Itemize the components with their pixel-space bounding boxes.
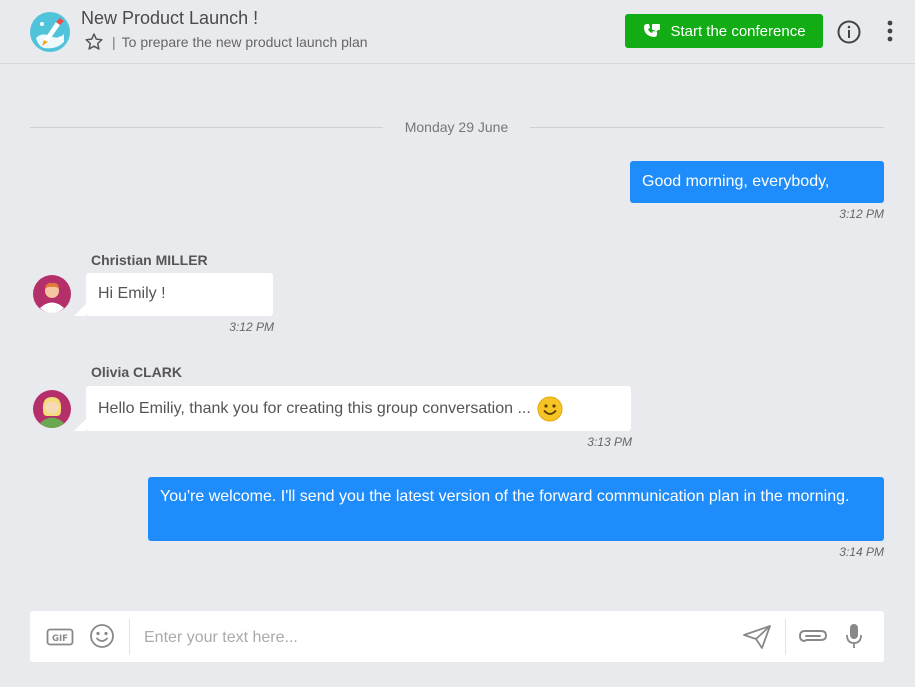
divider-line-right: [530, 127, 884, 128]
conversation-title: New Product Launch !: [81, 8, 259, 28]
outgoing-message-bubble: Good morning, everybody,: [630, 161, 884, 203]
date-divider: Monday 29 June: [30, 116, 884, 138]
more-options-icon[interactable]: [880, 18, 900, 44]
divider-line-left: [30, 127, 383, 128]
composer-divider: [129, 619, 130, 655]
microphone-icon[interactable]: [844, 622, 864, 650]
favorite-star-icon[interactable]: [84, 32, 104, 52]
sender-name: Christian MILLER: [91, 252, 208, 268]
composer-divider: [785, 619, 786, 655]
gif-label: GIF: [52, 634, 68, 644]
smiley-icon: [537, 396, 563, 422]
bubble-tail: [74, 419, 86, 431]
avatar-christian-icon[interactable]: [33, 275, 71, 313]
group-logo-icon: [30, 12, 70, 52]
incoming-message-bubble: Hi Emily !: [74, 273, 273, 316]
message-timestamp: 3:12 PM: [839, 207, 884, 221]
outgoing-message-bubble: You're welcome. I'll send you the latest…: [148, 477, 884, 541]
message-input[interactable]: [142, 623, 726, 653]
send-icon[interactable]: [742, 624, 772, 650]
chat-header: New Product Launch ! | To prepare the ne…: [0, 0, 915, 64]
bubble-tail: [74, 304, 86, 316]
date-label: Monday 29 June: [404, 119, 509, 135]
conversation-subtitle: To prepare the new product launch plan: [121, 34, 368, 50]
message-text: Hello Emiliy, thank you for creating thi…: [98, 400, 531, 418]
message-timestamp: 3:13 PM: [587, 435, 632, 449]
message-timestamp: 3:12 PM: [229, 320, 274, 334]
conference-phone-icon: [644, 24, 661, 37]
subtitle-separator: |: [112, 34, 116, 50]
start-conference-label: Start the conference: [670, 22, 806, 40]
avatar-olivia-icon[interactable]: [33, 390, 71, 428]
emoji-icon[interactable]: [89, 623, 115, 649]
info-icon[interactable]: [836, 19, 862, 45]
attach-icon[interactable]: [797, 623, 829, 649]
message-text: Good morning, everybody,: [642, 173, 830, 190]
message-text: Hi Emily !: [98, 285, 166, 302]
message-composer: GIF: [30, 611, 884, 662]
subtitle-row: | To prepare the new product launch plan: [84, 32, 368, 52]
start-conference-button[interactable]: Start the conference: [625, 14, 823, 48]
incoming-message-bubble: Hello Emiliy, thank you for creating thi…: [74, 386, 631, 431]
message-text: You're welcome. I'll send you the latest…: [160, 488, 850, 505]
gif-icon[interactable]: GIF: [46, 626, 74, 648]
sender-name: Olivia CLARK: [91, 364, 183, 380]
message-timestamp: 3:14 PM: [839, 545, 884, 559]
